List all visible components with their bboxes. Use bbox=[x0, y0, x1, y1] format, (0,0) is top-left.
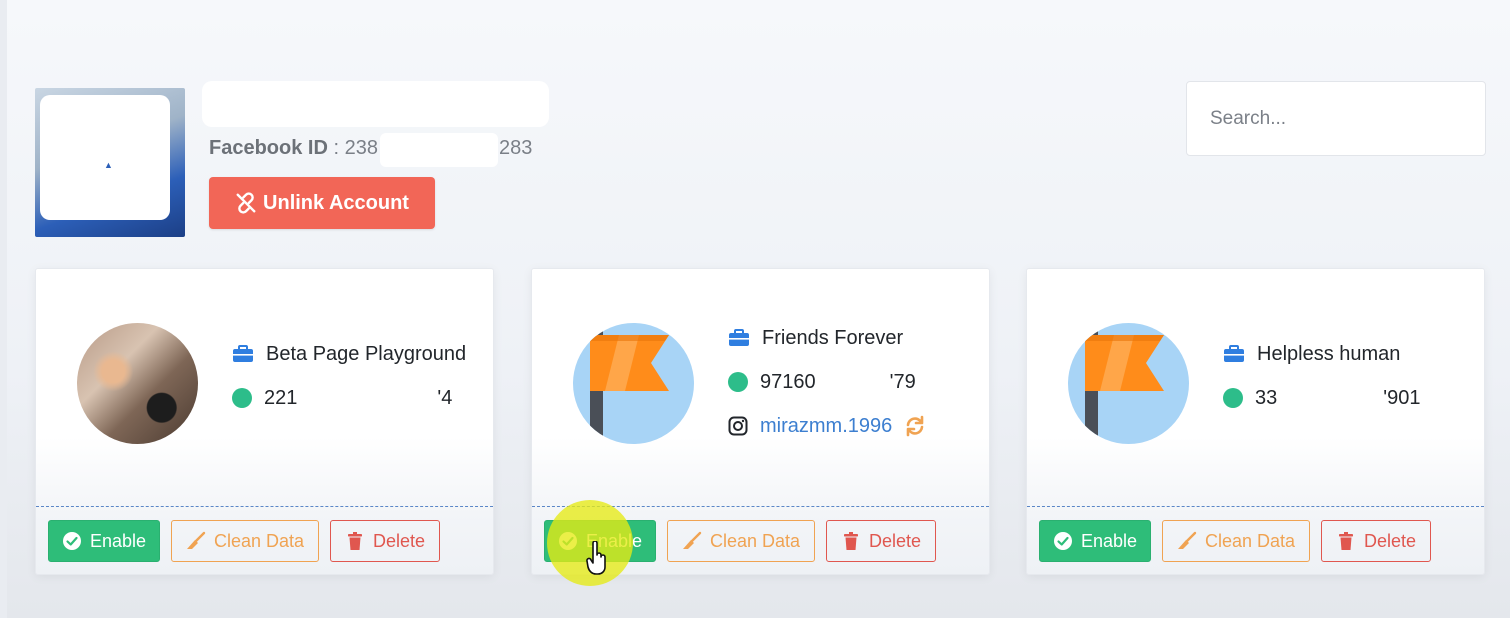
clean-data-label: Clean Data bbox=[213, 530, 305, 551]
page-id-prefix: 97160 bbox=[760, 370, 816, 393]
delete-label: Delete bbox=[372, 530, 426, 551]
page-id-row: 97160 '79 bbox=[728, 367, 926, 397]
broom-icon bbox=[186, 531, 206, 549]
page-name: Friends Forever bbox=[762, 326, 904, 349]
trash-icon bbox=[347, 532, 362, 550]
briefcase-icon bbox=[729, 329, 749, 346]
hand-cursor-icon bbox=[586, 541, 606, 575]
status-dot bbox=[1223, 388, 1243, 408]
unlink-account-button[interactable]: Unlink Account bbox=[209, 177, 435, 229]
instagram-row: mirazmm.1996 bbox=[728, 411, 926, 441]
account-profile-photo: ▲ bbox=[35, 88, 185, 237]
check-circle-icon bbox=[1053, 532, 1072, 550]
briefcase-icon bbox=[233, 345, 253, 362]
search-input[interactable] bbox=[1210, 107, 1485, 130]
enable-button[interactable]: Enable bbox=[1039, 520, 1151, 562]
page-id-suffix: '79 bbox=[889, 370, 916, 393]
photo-detail: ▲ bbox=[104, 160, 113, 170]
instagram-icon bbox=[728, 416, 748, 436]
page-avatar bbox=[1068, 323, 1189, 444]
card-divider bbox=[36, 506, 493, 507]
facebook-id-suffix: 283 bbox=[498, 137, 533, 159]
page-id-redacted bbox=[309, 384, 438, 412]
delete-button[interactable]: Delete bbox=[330, 520, 440, 562]
page-name: Beta Page Playground bbox=[266, 342, 467, 365]
facebook-id-separator: : bbox=[327, 137, 345, 159]
page-id-row: 33 '901 bbox=[1223, 383, 1420, 413]
search-box[interactable] bbox=[1186, 81, 1486, 156]
page-name-row: Friends Forever bbox=[728, 323, 926, 353]
instagram-username-link[interactable]: mirazmm.1996 bbox=[760, 415, 892, 438]
page-avatar bbox=[77, 323, 198, 444]
page-id-redacted bbox=[815, 368, 890, 396]
delete-button[interactable]: Delete bbox=[1321, 520, 1431, 562]
redacted-area bbox=[40, 95, 170, 220]
flag-icon bbox=[1085, 323, 1164, 444]
left-edge bbox=[0, 0, 7, 618]
broom-icon bbox=[1177, 531, 1197, 549]
account-name-redacted bbox=[202, 81, 549, 127]
trash-icon bbox=[1338, 532, 1353, 550]
page-id-redacted bbox=[1277, 384, 1384, 412]
page-id-row: 221 '4 bbox=[232, 383, 466, 413]
enable-label: Enable bbox=[89, 530, 147, 551]
unlink-icon bbox=[236, 192, 256, 214]
unlink-account-label: Unlink Account bbox=[263, 191, 409, 214]
broom-icon bbox=[682, 531, 702, 549]
briefcase-icon bbox=[1224, 345, 1244, 362]
facebook-id-label: Facebook ID bbox=[209, 137, 328, 159]
page-name-row: Beta Page Playground bbox=[232, 339, 466, 369]
delete-label: Delete bbox=[1363, 530, 1417, 551]
clean-data-label: Clean Data bbox=[709, 530, 801, 551]
enable-button[interactable]: Enable bbox=[48, 520, 160, 562]
clean-data-label: Clean Data bbox=[1204, 530, 1296, 551]
page-name-row: Helpless human bbox=[1223, 339, 1420, 369]
page-id-prefix: 33 bbox=[1255, 386, 1278, 409]
facebook-id-redacted bbox=[380, 133, 498, 167]
clean-data-button[interactable]: Clean Data bbox=[1162, 520, 1310, 562]
sync-icon[interactable] bbox=[904, 415, 926, 437]
clean-data-button[interactable]: Clean Data bbox=[171, 520, 319, 562]
facebook-id-prefix: 238 bbox=[344, 137, 378, 159]
page-card: Helpless human 33 '901 Enable Clean Data… bbox=[1026, 268, 1485, 575]
status-dot bbox=[728, 372, 748, 392]
delete-button[interactable]: Delete bbox=[826, 520, 936, 562]
page-card: Beta Page Playground 221 '4 Enable Clean… bbox=[35, 268, 494, 575]
enable-label: Enable bbox=[1080, 530, 1138, 551]
flag-icon bbox=[590, 323, 669, 444]
page-id-suffix: '4 bbox=[437, 386, 453, 409]
check-circle-icon bbox=[62, 532, 81, 550]
delete-label: Delete bbox=[868, 530, 922, 551]
page-id-prefix: 221 bbox=[264, 386, 298, 409]
status-dot bbox=[232, 388, 252, 408]
trash-icon bbox=[843, 532, 858, 550]
clean-data-button[interactable]: Clean Data bbox=[667, 520, 815, 562]
page-id-suffix: '901 bbox=[1383, 386, 1421, 409]
page-name: Helpless human bbox=[1257, 342, 1401, 365]
card-divider bbox=[1027, 506, 1484, 507]
page-avatar bbox=[573, 323, 694, 444]
